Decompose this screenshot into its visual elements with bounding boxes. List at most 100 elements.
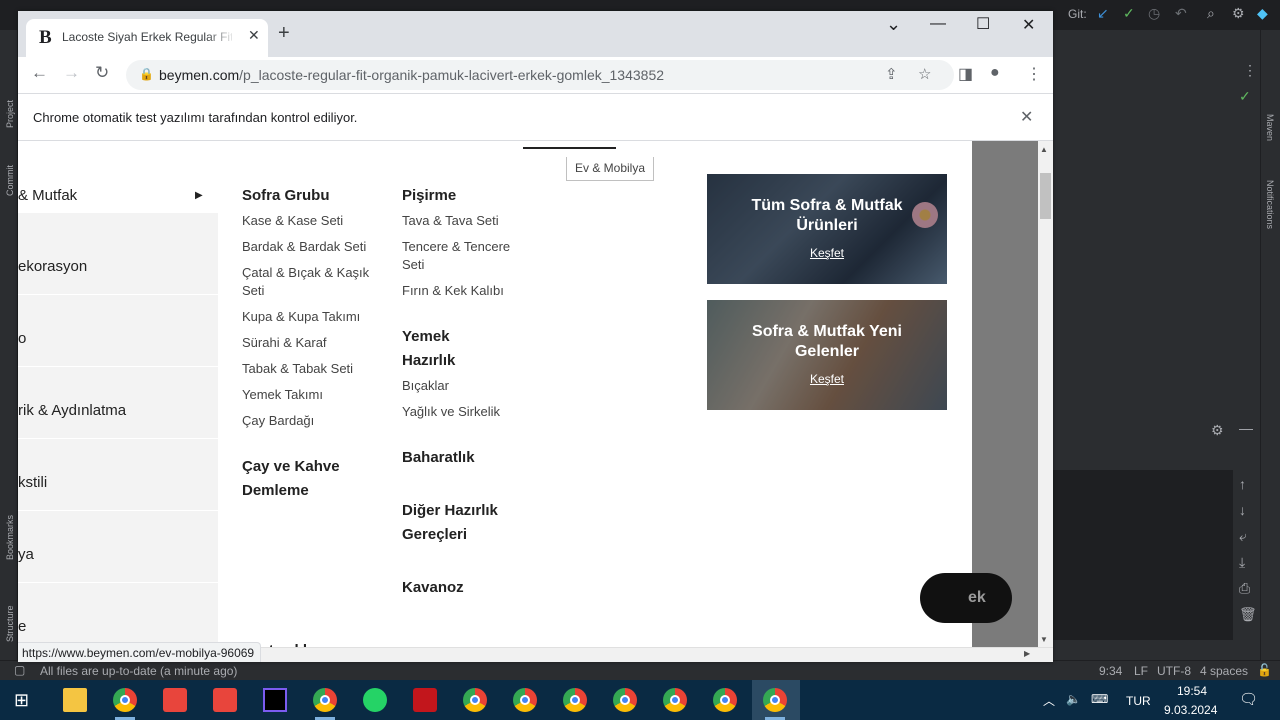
scrollbar-thumb[interactable] bbox=[1040, 173, 1051, 219]
chrome-taskbar-icon[interactable] bbox=[313, 688, 337, 712]
column-heading[interactable]: Baharatlık bbox=[402, 446, 475, 470]
menu-link[interactable]: Sürahi & Karaf bbox=[242, 334, 327, 352]
volume-icon[interactable]: 🔈 bbox=[1066, 692, 1081, 706]
trash-icon[interactable]: 🗑 bbox=[1239, 606, 1257, 623]
project-tool-label[interactable]: Project bbox=[5, 100, 15, 128]
chrome-taskbar-icon[interactable] bbox=[113, 688, 137, 712]
column-heading[interactable]: Sofra Grubu bbox=[242, 184, 330, 208]
chrome-taskbar-icon[interactable] bbox=[663, 688, 687, 712]
more-options-icon[interactable]: ⋮ bbox=[1243, 62, 1257, 79]
category-item[interactable]: o bbox=[18, 295, 218, 367]
windows-start-icon[interactable]: ⊞ bbox=[14, 690, 29, 711]
keyboard-icon[interactable]: ⌨ bbox=[1091, 692, 1108, 706]
whatsapp-icon[interactable] bbox=[363, 688, 387, 712]
menu-link[interactable]: Kupa & Kupa Takımı bbox=[242, 308, 360, 326]
lock-icon[interactable]: 🔒 bbox=[139, 67, 154, 81]
structure-tool-label[interactable]: Structure bbox=[5, 605, 15, 642]
tab-search-chevron-icon[interactable]: ⌄ bbox=[886, 14, 901, 35]
menu-link[interactable]: Bardak & Bardak Seti bbox=[242, 238, 366, 256]
git-client-icon[interactable] bbox=[213, 688, 237, 712]
clock-date[interactable]: 9.03.2024 bbox=[1164, 703, 1217, 717]
scroll-right-arrow-icon[interactable]: ▶ bbox=[1024, 649, 1030, 658]
address-bar[interactable]: 🔒 beymen.com/p_lacoste-regular-fit-organ… bbox=[126, 60, 954, 90]
menu-link[interactable]: Fırın & Kek Kalıbı bbox=[402, 282, 504, 300]
plugin-icon[interactable]: ◆ bbox=[1257, 5, 1268, 22]
menu-link[interactable]: Yemek Takımı bbox=[242, 386, 323, 404]
input-language[interactable]: TUR bbox=[1126, 694, 1151, 708]
minimize-button[interactable]: — bbox=[930, 15, 946, 33]
clock-time[interactable]: 19:54 bbox=[1177, 684, 1207, 698]
update-project-icon[interactable]: ↙ bbox=[1097, 5, 1109, 22]
scroll-down-icon[interactable]: ↓ bbox=[1239, 502, 1246, 518]
promo-card-new-arrivals[interactable]: Sofra & Mutfak Yeni Gelenler Keşfet bbox=[707, 300, 947, 410]
notifications-tool-label[interactable]: Notifications bbox=[1265, 180, 1275, 229]
menu-link[interactable]: Tava & Tava Seti bbox=[402, 212, 499, 230]
print-icon[interactable]: ⎙ bbox=[1239, 580, 1250, 597]
scroll-to-end-icon[interactable]: ⤓ bbox=[1239, 554, 1245, 571]
line-separator[interactable]: LF bbox=[1134, 664, 1148, 678]
rollback-icon[interactable]: ↶ bbox=[1175, 5, 1187, 22]
search-icon[interactable]: ⌕ bbox=[1207, 5, 1215, 22]
promo-discover-link[interactable]: Keşfet bbox=[727, 246, 927, 260]
history-icon[interactable]: ◷ bbox=[1148, 5, 1160, 22]
forward-arrow-icon[interactable]: → bbox=[63, 63, 80, 83]
menu-link[interactable]: Kase & Kase Seti bbox=[242, 212, 343, 230]
lock-icon[interactable]: 🔓 bbox=[1257, 663, 1272, 677]
caret-position[interactable]: 9:34 bbox=[1099, 664, 1122, 678]
url-text[interactable]: beymen.com/p_lacoste-regular-fit-organik… bbox=[159, 67, 664, 83]
pdf-reader-icon[interactable] bbox=[413, 688, 437, 712]
share-icon[interactable]: ⇪ bbox=[885, 65, 898, 83]
column-heading[interactable]: Çay ve Kahve Demleme bbox=[242, 455, 362, 503]
settings-gear-icon[interactable]: ⚙ bbox=[1232, 5, 1245, 22]
side-panel-icon[interactable]: ◨ bbox=[958, 64, 973, 84]
category-item[interactable]: ekorasyon bbox=[18, 223, 218, 295]
column-heading[interactable]: Yemek Hazırlık bbox=[402, 325, 482, 373]
git-client-icon[interactable] bbox=[163, 688, 187, 712]
chrome-taskbar-icon[interactable] bbox=[713, 688, 737, 712]
soft-wrap-icon[interactable]: ⤶ bbox=[1239, 528, 1247, 545]
menu-link[interactable]: Çatal & Bıçak & Kaşık Seti bbox=[242, 264, 382, 300]
intellij-icon[interactable] bbox=[263, 688, 287, 712]
panel-hide-icon[interactable]: — bbox=[1239, 420, 1253, 436]
file-explorer-icon[interactable] bbox=[63, 688, 87, 712]
promo-card-all-products[interactable]: Tüm Sofra & Mutfak Ürünleri Keşfet bbox=[707, 174, 947, 284]
column-heading[interactable]: Diğer Hazırlık Gereçleri bbox=[402, 499, 522, 547]
scroll-up-arrow-icon[interactable]: ▲ bbox=[1040, 145, 1048, 154]
file-encoding[interactable]: UTF-8 bbox=[1157, 664, 1191, 678]
category-item[interactable]: rik & Aydınlatma bbox=[18, 367, 218, 439]
close-window-button[interactable]: ✕ bbox=[1022, 15, 1035, 35]
column-heading[interactable]: Pişirme bbox=[402, 184, 456, 208]
chrome-taskbar-icon[interactable] bbox=[513, 688, 537, 712]
commit-check-icon[interactable]: ✓ bbox=[1123, 5, 1135, 22]
category-item[interactable]: ya bbox=[18, 511, 218, 583]
category-item[interactable]: kstili bbox=[18, 439, 218, 511]
reload-icon[interactable]: ↻ bbox=[95, 63, 109, 83]
menu-link[interactable]: Tencere & Tencere Seti bbox=[402, 238, 532, 274]
chrome-menu-icon[interactable]: ⋮ bbox=[1026, 64, 1042, 84]
infobar-close-icon[interactable]: ✕ bbox=[1020, 107, 1033, 127]
chrome-taskbar-icon[interactable] bbox=[463, 688, 487, 712]
column-heading[interactable]: Kavanoz bbox=[402, 576, 464, 600]
menu-link[interactable]: Yağlık ve Sirkelik bbox=[402, 403, 500, 421]
menu-link[interactable]: Tabak & Tabak Seti bbox=[242, 360, 353, 378]
notification-center-icon[interactable]: 🗨 bbox=[1239, 690, 1258, 708]
bookmarks-tool-label[interactable]: Bookmarks bbox=[5, 515, 15, 560]
maven-tool-label[interactable]: Maven bbox=[1265, 114, 1275, 141]
menu-link[interactable]: Bıçaklar bbox=[402, 377, 449, 395]
chrome-taskbar-icon[interactable] bbox=[763, 688, 787, 712]
back-arrow-icon[interactable]: ← bbox=[31, 63, 48, 83]
category-item[interactable]: & Mutfak ▶ bbox=[18, 141, 218, 213]
profile-avatar-icon[interactable]: ● bbox=[990, 64, 1000, 82]
tab-close-icon[interactable]: ✕ bbox=[248, 27, 260, 44]
promo-discover-link[interactable]: Keşfet bbox=[727, 372, 927, 386]
scroll-up-icon[interactable]: ↑ bbox=[1239, 476, 1246, 492]
panel-settings-icon[interactable]: ⚙ bbox=[1211, 422, 1224, 439]
indent-setting[interactable]: 4 spaces bbox=[1200, 664, 1248, 678]
menu-link[interactable]: Çay Bardağı bbox=[242, 412, 314, 430]
floating-action-button[interactable] bbox=[920, 573, 1012, 623]
tray-chevron-icon[interactable]: ︿ bbox=[1043, 692, 1055, 709]
category-item[interactable]: e bbox=[18, 583, 218, 647]
status-square-icon[interactable]: ▢ bbox=[14, 663, 25, 677]
chrome-taskbar-icon[interactable] bbox=[613, 688, 637, 712]
tab-active[interactable]: B Lacoste Siyah Erkek Regular Fit Gömlek… bbox=[26, 19, 268, 57]
